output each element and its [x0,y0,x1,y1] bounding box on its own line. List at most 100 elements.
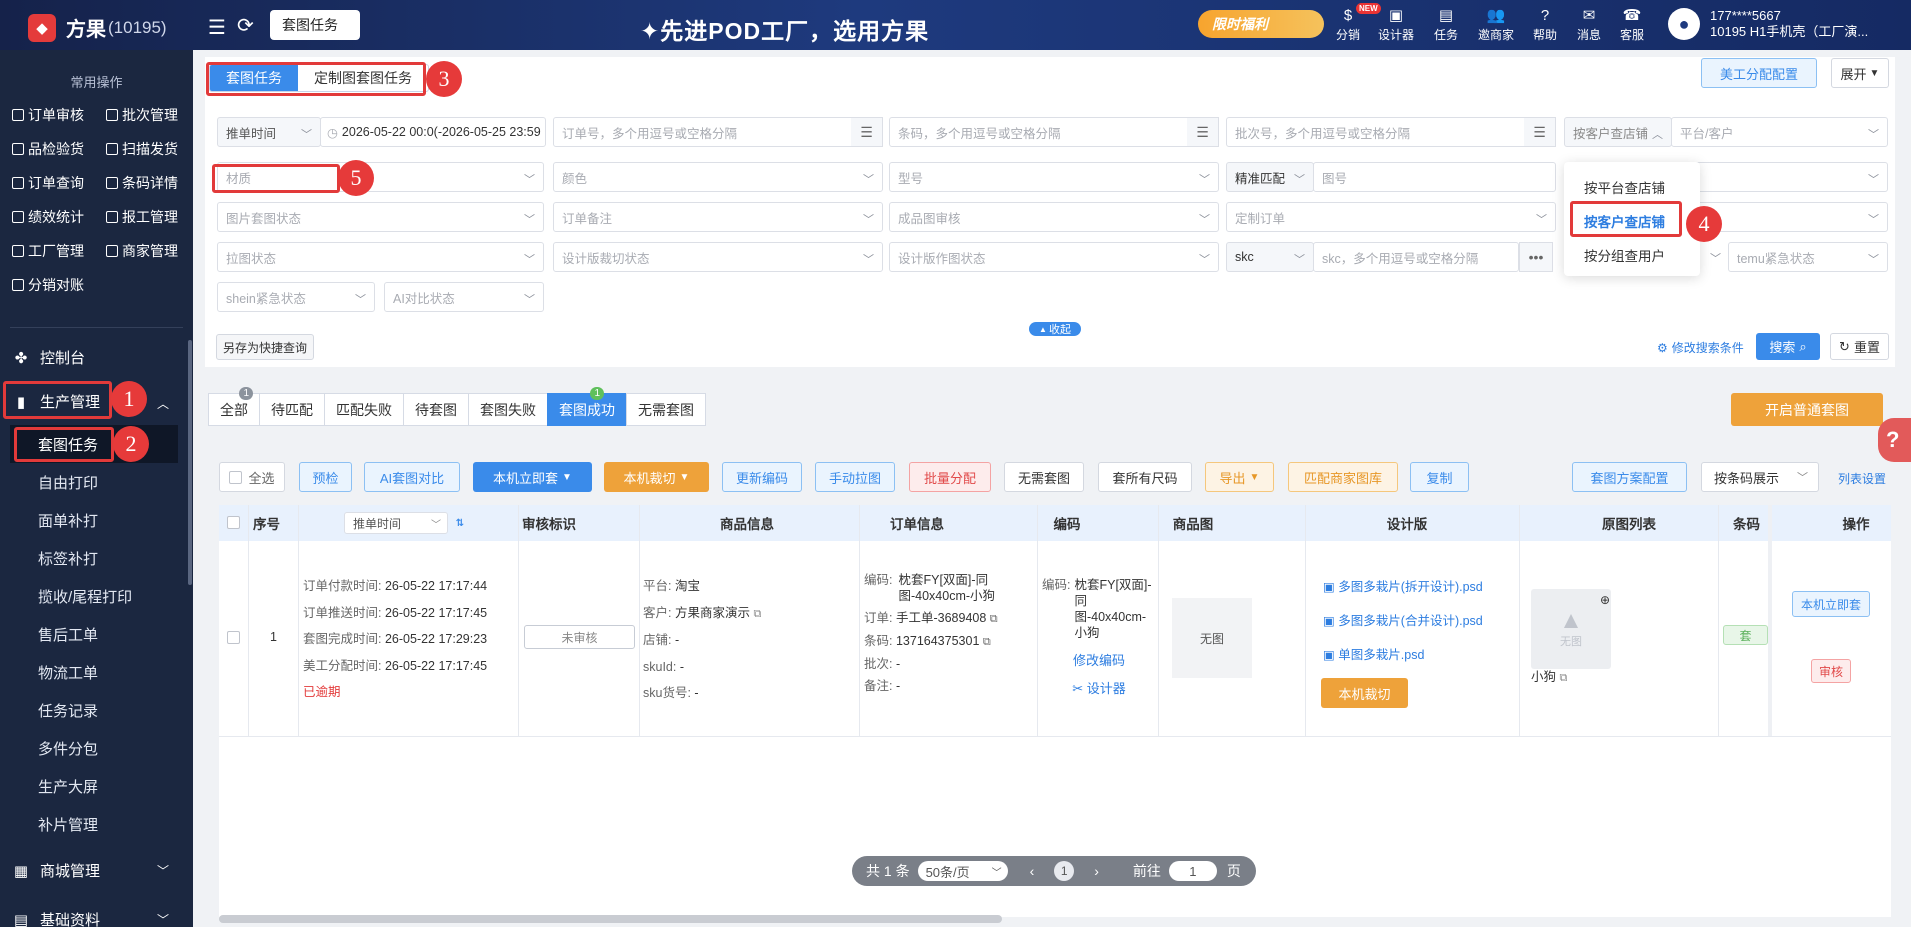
page-size-select[interactable]: 50条/页 ﹀ [917,861,1008,881]
design-file-link[interactable]: ▣ 单图多栽片.psd [1323,638,1483,672]
option-by-group[interactable]: 按分组查用户 [1584,245,1665,265]
sidebar-item[interactable]: 补片管理 [38,814,98,835]
platform-customer-select[interactable]: 平台/客户 ﹀ [1671,117,1888,147]
sidebar-item-image-task[interactable]: 套图任务 [38,434,98,455]
tab-image-task[interactable]: 套图任务 [210,65,298,91]
select-all-checkbox[interactable]: 全选 [219,462,285,492]
row-local-cut-button[interactable]: 本机裁切 [1321,678,1408,708]
quick-link[interactable]: 条码详情 [106,173,178,193]
color-select[interactable]: 颜色 ﹀ [553,162,883,192]
app-logo[interactable]: ◆ 方果 (10195) [28,13,167,42]
row-review-button[interactable]: 审核 [1811,659,1851,683]
img-status-select[interactable]: 图片套图状态 ﹀ [217,202,544,232]
sidebar-production[interactable]: ▮ 生产管理 [12,391,100,412]
skc-input[interactable]: skc，多个用逗号或空格分隔 [1313,242,1519,272]
option-by-customer[interactable]: 按客户查店铺 [1584,211,1665,231]
batch-assign-button[interactable]: 批量分配 [909,462,991,492]
floating-help-icon[interactable]: ? [1878,418,1911,462]
quick-link[interactable]: 批次管理 [106,105,178,125]
multiline-input-icon[interactable]: ☰ [1187,117,1219,147]
quick-link[interactable]: 分销对账 [12,275,84,295]
scheme-config-button[interactable]: 套图方案配置 [1572,462,1687,492]
promo-banner[interactable]: 限时福利 [1198,10,1324,38]
ai-compare-button[interactable]: AI套图对比 [364,462,460,492]
sidebar-console[interactable]: ✤ 控制台 [12,347,85,368]
horizontal-scrollbar[interactable] [219,915,1002,923]
more-icon[interactable]: ••• [1519,242,1553,272]
update-code-button[interactable]: 更新编码 [722,462,802,492]
copy-icon[interactable]: ⧉ [990,613,998,625]
quick-link[interactable]: 工厂管理 [12,241,84,261]
copy-icon[interactable]: ⧉ [983,636,991,648]
material-select[interactable]: 材质 ﹀ [217,162,544,192]
local-set-button[interactable]: 本机立即套 ▼ [473,462,592,492]
tab-no-need[interactable]: 无需套图 [626,393,706,426]
tab-image-success[interactable]: 套图成功 1 [547,387,627,426]
current-page[interactable]: 1 [1054,861,1075,881]
batch-input[interactable]: 批次号，多个用逗号或空格分隔 [1226,117,1556,147]
sort-icon[interactable]: ⇅ [453,505,467,541]
refresh-icon[interactable]: ⟳ [237,13,254,38]
push-time-sort-select[interactable]: 推单时间 ﹀ [344,512,448,534]
option-by-platform[interactable]: 按平台查店铺 [1584,177,1665,197]
all-sizes-button[interactable]: 套所有尺码 [1098,462,1192,492]
collapse-button[interactable]: ▲ 收起 [1029,322,1081,336]
match-lib-button[interactable]: 匹配商家图库 [1288,462,1398,492]
nav-designer[interactable]: ▣ 设计器 [1378,6,1414,43]
sidebar-basic[interactable]: ▤ 基础资料 [12,909,100,927]
quick-link[interactable]: 订单查询 [12,173,84,193]
goto-page-input[interactable]: 1 [1168,861,1217,881]
sidebar-item[interactable]: 标签补打 [38,548,98,569]
sidebar-item[interactable]: 任务记录 [38,700,98,721]
menu-toggle-icon[interactable]: ☰ [208,15,226,40]
nav-message[interactable]: ✉ 消息 [1577,6,1601,43]
date-range-picker[interactable]: ◷ 2026-05-22 00:0(-2026-05-25 23:59 [320,117,546,147]
sidebar-item[interactable]: 生产大屏 [38,776,98,797]
manual-pull-button[interactable]: 手动拉图 [815,462,895,492]
tab-to-match[interactable]: 待匹配 [259,393,325,426]
display-mode-select[interactable]: 按条码展示 ﹀ [1701,462,1819,492]
edit-search-conditions[interactable]: ⚙ 修改搜索条件 [1657,339,1744,356]
sidebar-item[interactable]: 多件分包 [38,738,98,759]
local-cut-button[interactable]: 本机裁切 ▼ [604,462,709,492]
quick-link[interactable]: 品检验货 [12,139,84,159]
hidden-select[interactable]: ﹀ [1671,162,1888,192]
multiline-input-icon[interactable]: ☰ [1524,117,1556,147]
designer-link[interactable]: ✂ 设计器 [1042,681,1156,697]
temu-urgent-select[interactable]: temu紧急状态 ﹀ [1728,242,1888,272]
time-type-select[interactable]: 推单时间 ﹀ [217,117,321,147]
pull-status-select[interactable]: 拉图状态 ﹀ [217,242,544,272]
row-local-set-button[interactable]: 本机立即套 [1792,591,1870,617]
sidebar-item[interactable]: 自由打印 [38,472,98,493]
order-no-input[interactable]: 订单号，多个用逗号或空格分隔 [553,117,883,147]
model-select[interactable]: 型号 ﹀ [889,162,1219,192]
sidebar-item[interactable]: 面单补打 [38,510,98,531]
start-normal-image-button[interactable]: 开启普通套图 [1731,393,1883,426]
design-make-select[interactable]: 设计版作图状态 ﹀ [889,242,1219,272]
precheck-button[interactable]: 预检 [299,462,352,492]
prev-page-icon[interactable]: ‹ [1030,863,1035,879]
copy-icon[interactable]: ⧉ [753,608,761,620]
tab-custom-image-task[interactable]: 定制图套图任务 [298,65,428,91]
quick-link[interactable]: 报工管理 [106,207,178,227]
match-mode-select[interactable]: 精准匹配 ﹀ [1226,162,1314,192]
order-note-select[interactable]: 订单备注 ﹀ [553,202,883,232]
next-page-icon[interactable]: › [1094,863,1099,879]
design-cut-select[interactable]: 设计版裁切状态 ﹀ [553,242,883,272]
multiline-input-icon[interactable]: ☰ [851,117,883,147]
sidebar-scrollbar[interactable] [188,340,192,585]
sidebar-item[interactable]: 售后工单 [38,624,98,645]
header-checkbox[interactable] [227,516,240,529]
shop-mode-select[interactable]: 按客户查店铺 ︿ [1564,117,1672,147]
expand-button[interactable]: 展开 ▼ [1831,58,1889,88]
no-need-button[interactable]: 无需套图 [1004,462,1084,492]
copy-button[interactable]: 复制 [1410,462,1469,492]
nav-help[interactable]: ? 帮助 [1533,6,1557,43]
shein-urgent-select[interactable]: shein紧急状态 ﹀ [217,282,375,312]
nav-task[interactable]: ▤ 任务 [1434,6,1458,43]
open-page-tab[interactable]: 套图任务 [270,10,360,40]
row-checkbox[interactable] [227,631,240,644]
search-button[interactable]: 搜索 ⌕ [1756,333,1820,360]
barcode-input[interactable]: 条码，多个用逗号或空格分隔 [889,117,1219,147]
export-button[interactable]: 导出 ▼ [1205,462,1274,492]
